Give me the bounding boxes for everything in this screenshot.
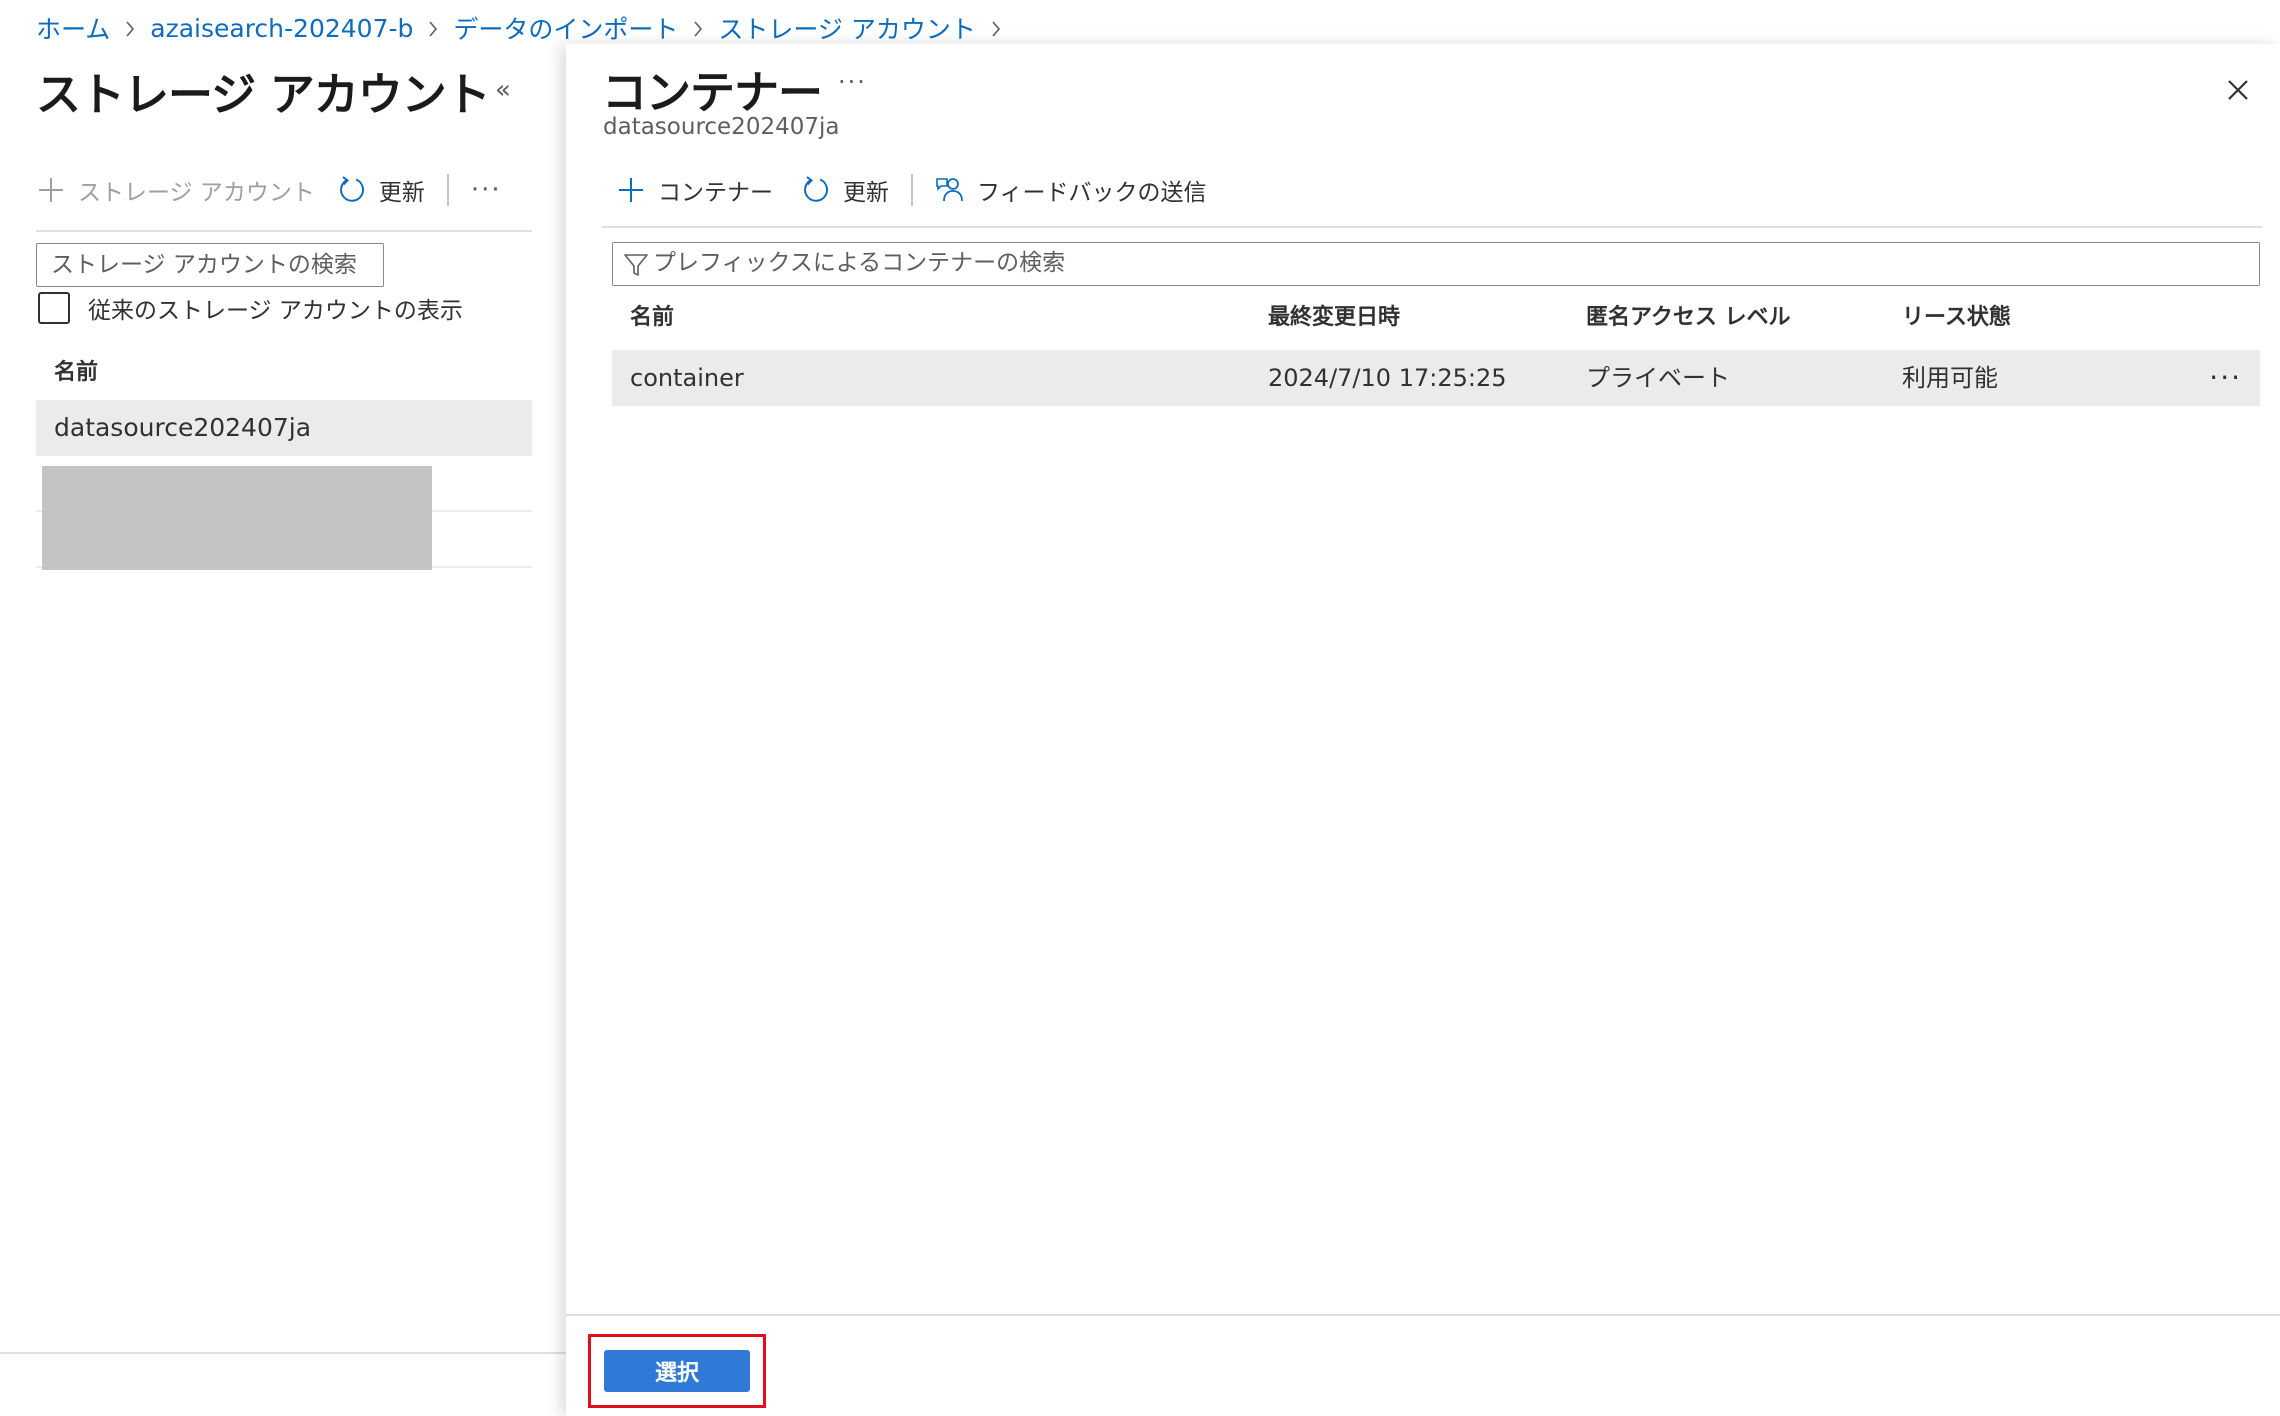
chevron-right-icon [678,16,718,41]
container-last-modified: 2024/7/10 17:25:25 [1268,364,1507,392]
filter-icon [624,254,648,276]
container-search-box[interactable] [612,242,2260,286]
chevron-right-icon [976,16,1016,41]
storage-account-search-input[interactable] [36,243,384,287]
column-header-name: 名前 [54,360,99,385]
more-options-button[interactable]: ··· [471,172,502,208]
panel-title: コンテナー [602,66,823,119]
containers-panel: コンテナー ··· datasource202407ja コンテナー 更新 フィ… [566,44,2280,1416]
table-header: 名前 最終変更日時 匿名アクセス レベル リース状態 [612,296,2260,340]
container-access-level: プライベート [1586,364,1730,392]
refresh-button[interactable]: 更新 [337,172,425,208]
breadcrumb-storage-accounts[interactable]: ストレージ アカウント [718,10,975,46]
column-header-access-level[interactable]: 匿名アクセス レベル [1586,296,1791,340]
add-storage-account-button[interactable]: ストレージ アカウント [36,172,315,208]
refresh-label: 更新 [843,180,889,206]
refresh-label: 更新 [378,180,425,206]
breadcrumb-import-data[interactable]: データのインポート [453,10,678,46]
refresh-button[interactable]: 更新 [801,172,889,208]
column-header-lease-state[interactable]: リース状態 [1902,296,2011,340]
chevron-right-icon [110,16,150,41]
legacy-accounts-toggle[interactable]: 従来のストレージ アカウントの表示 [38,290,463,326]
toolbar-divider [911,174,913,206]
refresh-icon [804,176,829,202]
close-icon[interactable] [2220,72,2256,108]
container-search-input[interactable] [653,243,2243,283]
column-header-name[interactable]: 名前 [630,296,674,340]
panel-subtitle: datasource202407ja [603,114,840,140]
storage-accounts-panel: ストレージ アカウント « ストレージ アカウント 更新 ··· 従来のストレー… [0,48,566,1416]
panel-more-button[interactable]: ··· [838,68,867,96]
refresh-icon [339,176,364,202]
footer-divider [0,1352,566,1354]
double-chevron-left-icon[interactable]: « [488,70,518,110]
plus-icon [39,178,63,202]
send-feedback-label: フィードバックの送信 [977,180,1207,206]
breadcrumb-home[interactable]: ホーム [36,10,110,46]
feedback-icon [936,178,963,202]
column-header-last-modified[interactable]: 最終変更日時 [1268,296,1400,340]
add-container-label: コンテナー [658,180,773,206]
storage-account-name: datasource202407ja [54,412,312,442]
add-container-button[interactable]: コンテナー [616,172,773,208]
breadcrumb: ホーム azaisearch-202407-b データのインポート ストレージ … [36,8,1016,48]
breadcrumb-search-service[interactable]: azaisearch-202407-b [150,14,413,43]
select-button[interactable]: 選択 [604,1350,750,1392]
right-toolbar: コンテナー 更新 フィードバックの送信 [602,172,2262,228]
legacy-accounts-label: 従来のストレージ アカウントの表示 [88,298,463,324]
page-title: ストレージ アカウント [36,68,491,121]
container-lease-state: 利用可能 [1902,364,1998,392]
list-item[interactable]: datasource202407ja [36,400,532,456]
row-more-button[interactable]: ··· [2209,350,2242,406]
legacy-accounts-checkbox[interactable] [38,292,70,324]
left-toolbar: ストレージ アカウント 更新 ··· [36,172,532,232]
chevron-right-icon [413,16,453,41]
add-storage-account-label: ストレージ アカウント [78,180,315,206]
container-name: container [630,364,744,392]
send-feedback-button[interactable]: フィードバックの送信 [935,172,1207,208]
plus-icon [619,178,643,202]
redacted-area [42,466,432,570]
table-row[interactable]: container 2024/7/10 17:25:25 プライベート 利用可能… [612,350,2260,406]
toolbar-divider [446,174,449,206]
footer-divider [566,1314,2280,1316]
